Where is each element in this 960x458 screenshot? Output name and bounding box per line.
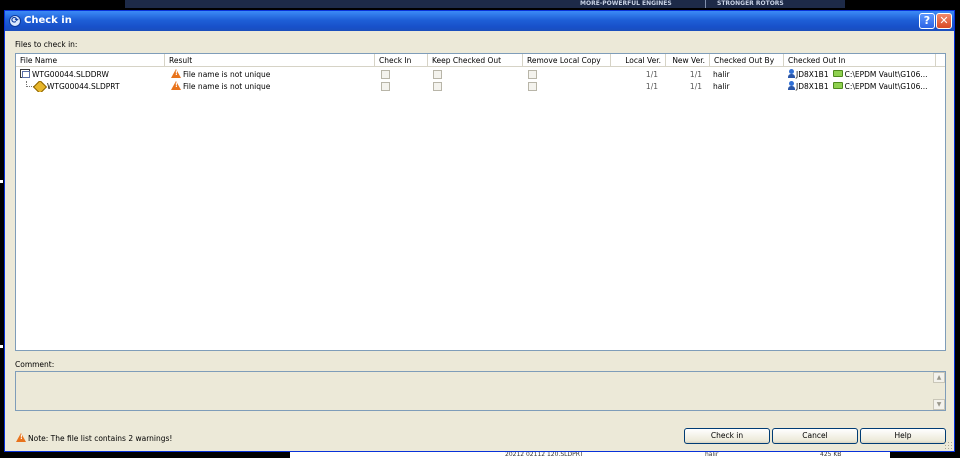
- check-in-checkbox[interactable]: [381, 82, 390, 91]
- file-row[interactable]: WTG00044.SLDDRW File name is not unique …: [16, 69, 945, 80]
- drawing-file-icon: [20, 69, 30, 78]
- title-bar[interactable]: ⟳ Check in ? ✕: [5, 11, 954, 31]
- background-file-name: 20212 02112 120.SLDPRT: [505, 451, 584, 458]
- file-row[interactable]: WTG00044.SLDPRT File name is not unique …: [16, 81, 945, 92]
- local-version: 1/1: [645, 70, 658, 79]
- warning-icon: [171, 81, 181, 90]
- remove-local-copy-checkbox[interactable]: [528, 70, 537, 79]
- help-title-button[interactable]: ?: [919, 13, 935, 29]
- file-list-header: File Name Result Check In Keep Checked O…: [16, 54, 945, 67]
- column-header-new-ver[interactable]: New Ver.: [666, 54, 710, 67]
- pdm-vault-icon: ⟳: [9, 15, 21, 27]
- column-header-check-in[interactable]: Check In: [375, 54, 428, 67]
- vault-folder-icon: [832, 70, 843, 77]
- keep-checked-out-checkbox[interactable]: [433, 70, 442, 79]
- remove-local-copy-checkbox[interactable]: [528, 82, 537, 91]
- file-name: WTG00044.SLDDRW: [32, 70, 109, 79]
- file-name-cell: WTG00044.SLDDRW: [20, 69, 162, 80]
- computer-name: JD8X1B1: [796, 82, 829, 91]
- check-in-checkbox[interactable]: [381, 70, 390, 79]
- warning-icon: [171, 69, 181, 78]
- dialog-title: Check in: [24, 15, 72, 26]
- column-header-local-ver[interactable]: Local Ver.: [611, 54, 666, 67]
- result-cell: File name is not unique: [171, 81, 371, 92]
- background-file-size: 425 KB: [820, 451, 842, 458]
- resize-grip-icon[interactable]: [944, 441, 952, 449]
- file-list[interactable]: File Name Result Check In Keep Checked O…: [15, 53, 946, 351]
- column-header-checked-out-in[interactable]: Checked Out In: [784, 54, 936, 67]
- result-cell: File name is not unique: [171, 69, 371, 80]
- column-header-keep-checked-out[interactable]: Keep Checked Out: [428, 54, 523, 67]
- files-to-check-in-label: Files to check in:: [15, 40, 78, 49]
- background-edge-mark: [0, 180, 3, 183]
- background-edge-mark: [0, 345, 3, 348]
- close-button[interactable]: ✕: [936, 13, 952, 29]
- keep-checked-out-checkbox[interactable]: [433, 82, 442, 91]
- checked-out-by: halir: [713, 70, 730, 79]
- checked-out-path: C:\EPDM Vault\G106...: [844, 82, 928, 91]
- warnings-note-text: Note: The file list contains 2 warnings!: [28, 434, 173, 443]
- banner-text-engines: MORE-POWERFUL ENGINES: [580, 0, 672, 7]
- result-text: File name is not unique: [183, 82, 271, 91]
- checked-out-in-cell: JD8X1B1 C:\EPDM Vault\G106...: [788, 81, 938, 92]
- warnings-note: Note: The file list contains 2 warnings!: [16, 433, 172, 444]
- banner-text-rotors: STRONGER ROTORS: [717, 0, 784, 7]
- column-header-file-name[interactable]: File Name: [16, 54, 165, 67]
- file-name: WTG00044.SLDPRT: [47, 82, 120, 91]
- column-header-result[interactable]: Result: [165, 54, 375, 67]
- column-header-checked-out-by[interactable]: Checked Out By: [710, 54, 784, 67]
- background-file-user: halir: [705, 451, 719, 458]
- checked-out-in-cell: JD8X1B1 C:\EPDM Vault\G106...: [788, 69, 938, 80]
- result-text: File name is not unique: [183, 70, 271, 79]
- check-in-button[interactable]: Check in: [684, 428, 770, 444]
- computer-user-icon: [788, 81, 795, 90]
- check-in-dialog: ⟳ Check in ? ✕ Files to check in: File N…: [4, 10, 955, 452]
- new-version: 1/1: [689, 70, 702, 79]
- help-button[interactable]: Help: [860, 428, 946, 444]
- cancel-button[interactable]: Cancel: [772, 428, 858, 444]
- checked-out-by: halir: [713, 82, 730, 91]
- part-file-icon: [34, 81, 45, 91]
- local-version: 1/1: [645, 82, 658, 91]
- background-banner: MORE-POWERFUL ENGINES STRONGER ROTORS: [125, 0, 845, 8]
- warning-icon: [16, 433, 26, 442]
- comment-label: Comment:: [15, 360, 55, 369]
- file-name-cell: WTG00044.SLDPRT: [20, 81, 162, 92]
- checked-out-path: C:\EPDM Vault\G106...: [844, 70, 928, 79]
- vault-folder-icon: [832, 82, 843, 89]
- computer-user-icon: [788, 69, 795, 78]
- banner-separator: [705, 0, 706, 8]
- column-header-remove-local-copy[interactable]: Remove Local Copy: [523, 54, 611, 67]
- comment-textarea[interactable]: [15, 371, 946, 411]
- computer-name: JD8X1B1: [796, 70, 829, 79]
- background-file-list: 20212 02112 120.SLDPRT halir 425 KB: [290, 452, 890, 458]
- new-version: 1/1: [689, 82, 702, 91]
